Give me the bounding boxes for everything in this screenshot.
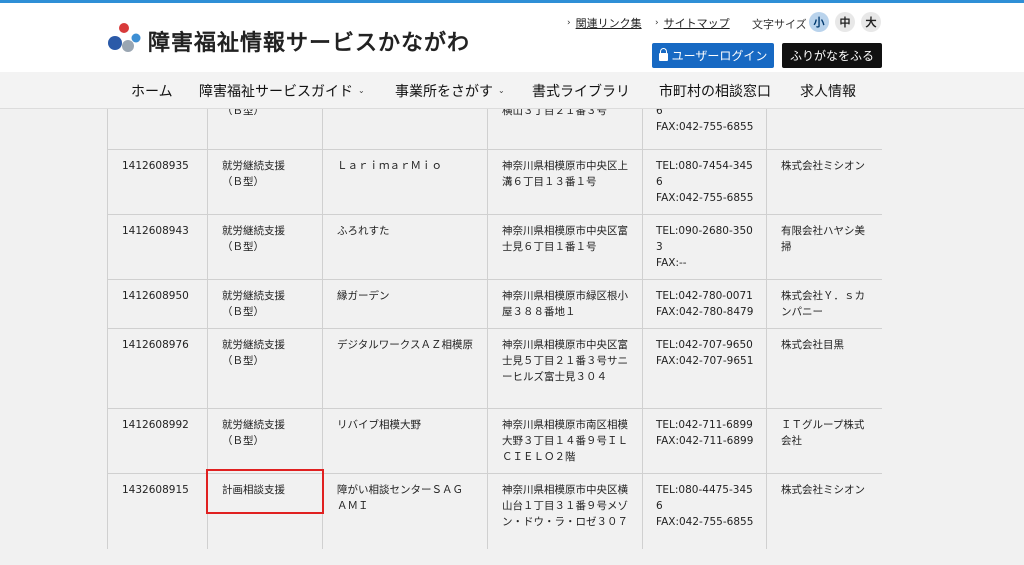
chevron-right-icon: › xyxy=(567,18,571,28)
table-row: （Ｂ型） 横山３丁目２１番３号 6 FAX:042-755-6855 xyxy=(107,109,882,150)
service-type-cell: （Ｂ型） xyxy=(207,109,323,150)
service-type-cell: 就労継続支援 （Ｂ型） xyxy=(207,149,323,215)
phone-fax-cell: TEL:042-780-0071 FAX:042-780-8479 xyxy=(642,279,767,329)
font-size-small-button[interactable]: 小 xyxy=(809,12,829,32)
lock-icon xyxy=(658,48,668,61)
sitemap-link[interactable]: › サイトマップ xyxy=(655,13,730,33)
global-nav: ホーム 障害福祉サービスガイド ⌄ 事業所をさがす ⌄ 書式ライブラリ 市町村の… xyxy=(0,72,1024,109)
office-number-cell: 1412608976 xyxy=(107,328,208,409)
phone-fax-cell: TEL:042-711-6899 FAX:042-711-6899 xyxy=(642,408,767,474)
furigana-button[interactable]: ふりがなをふる xyxy=(782,43,882,68)
service-type-cell: 就労継続支援 （Ｂ型） xyxy=(207,214,323,280)
nav-item-service-guide[interactable]: 障害福祉サービスガイド ⌄ xyxy=(199,72,365,109)
office-number-cell: 1432608915 xyxy=(107,473,208,549)
related-links-label: 関連リンク集 xyxy=(575,17,642,30)
table-row: 1412608992 就労継続支援 （Ｂ型） リバイブ相模大野 神奈川県相模原市南区相… xyxy=(107,408,882,474)
table-row: 1432608915 計画相談支援 障がい相談センターＳＡＧＡＭＩ 神奈川県相模原市中… xyxy=(107,473,882,549)
office-number-cell: 1412608935 xyxy=(107,149,208,215)
nav-item-find-office[interactable]: 事業所をさがす ⌄ xyxy=(395,72,505,109)
office-name-cell: 縁ガーデン xyxy=(322,279,488,329)
office-name-cell: ＬａｒｉｍａｒＭｉｏ xyxy=(322,149,488,215)
chevron-down-icon: ⌄ xyxy=(358,86,365,95)
nav-item-label: 求人情報 xyxy=(800,83,856,100)
nav-item-label: 市町村の相談窓口 xyxy=(659,83,771,100)
address-cell: 神奈川県相模原市中央区富士見６丁目１番１号 xyxy=(487,214,643,280)
corporation-cell: 株式会社Ｙ．ｓカンパニー xyxy=(766,279,882,329)
office-list-table: （Ｂ型） 横山３丁目２１番３号 6 FAX:042-755-6855 14126089… xyxy=(107,109,882,549)
user-login-label: ユーザーログイン xyxy=(671,49,768,63)
nav-item-label: 事業所をさがす xyxy=(395,83,493,100)
font-size-large-button[interactable]: 大 xyxy=(861,12,881,32)
phone-fax-cell: TEL:090-2680-350 3 FAX:-- xyxy=(642,214,767,280)
address-cell: 神奈川県相模原市中央区上溝６丁目１３番１号 xyxy=(487,149,643,215)
nav-item-jobs[interactable]: 求人情報 xyxy=(800,72,856,109)
chevron-down-icon: ⌄ xyxy=(498,86,505,95)
address-cell: 横山３丁目２１番３号 xyxy=(487,109,643,150)
table-row: 1412608935 就労継続支援 （Ｂ型） ＬａｒｉｍａｒＭｉｏ 神奈川県相模原市中… xyxy=(107,149,882,215)
sitemap-label: サイトマップ xyxy=(663,17,730,30)
corporation-cell: ＩＴグループ株式会社 xyxy=(766,408,882,474)
office-number-cell: 1412608992 xyxy=(107,408,208,474)
office-name-cell: リバイブ相模大野 xyxy=(322,408,488,474)
phone-fax-cell: TEL:080-4475-345 6 FAX:042-755-6855 xyxy=(642,473,767,549)
site-title[interactable]: 障害福祉情報サービスかながわ xyxy=(148,25,470,57)
address-cell: 神奈川県相模原市南区相模大野３丁目１４番９号ＩＬ ＣＩＥＬＯ２階 xyxy=(487,408,643,474)
office-number-cell xyxy=(107,109,208,150)
related-links-link[interactable]: › 関連リンク集 xyxy=(567,13,642,33)
chevron-right-icon: › xyxy=(655,18,659,28)
phone-fax-cell: TEL:042-707-9650 FAX:042-707-9651 xyxy=(642,328,767,409)
address-cell: 神奈川県相模原市中央区横山台１丁目３１番９号メゾン・ドウ・ラ・ロゼ３０７ xyxy=(487,473,643,549)
corporation-cell xyxy=(766,109,882,150)
user-login-button[interactable]: ユーザーログイン xyxy=(652,43,774,68)
table-row: 1412608976 就労継続支援 （Ｂ型） デジタルワークスＡＺ相模原 神奈川県相模… xyxy=(107,328,882,409)
corporation-cell: 有限会社ハヤシ美掃 xyxy=(766,214,882,280)
table-row: 1412608950 就労継続支援 （Ｂ型） 縁ガーデン 神奈川県相模原市緑区根小屋３… xyxy=(107,279,882,329)
phone-fax-cell: 6 FAX:042-755-6855 xyxy=(642,109,767,150)
phone-fax-cell: TEL:080-7454-345 6 FAX:042-755-6855 xyxy=(642,149,767,215)
nav-item-home[interactable]: ホーム xyxy=(131,72,173,109)
colored-spheres-logo-icon[interactable] xyxy=(106,21,142,57)
office-number-cell: 1412608943 xyxy=(107,214,208,280)
service-type-cell: 就労継続支援 （Ｂ型） xyxy=(207,279,323,329)
font-size-medium-button[interactable]: 中 xyxy=(835,12,855,32)
office-name-cell: 障がい相談センターＳＡＧＡＭＩ xyxy=(322,473,488,549)
corporation-cell: 株式会社目黒 xyxy=(766,328,882,409)
service-type-cell: 計画相談支援 xyxy=(207,473,323,549)
service-type-cell: 就労継続支援 （Ｂ型） xyxy=(207,408,323,474)
nav-item-label: 障害福祉サービスガイド xyxy=(199,83,353,100)
address-cell: 神奈川県相模原市緑区根小屋３８８番地１ xyxy=(487,279,643,329)
font-size-label: 文字サイズ xyxy=(752,18,807,31)
site-header: 障害福祉情報サービスかながわ › 関連リンク集 › サイトマップ 文字サイズ 小… xyxy=(0,3,1024,72)
nav-item-consultation[interactable]: 市町村の相談窓口 xyxy=(659,72,771,109)
address-cell: 神奈川県相模原市中央区富士見５丁目２１番３号サニーヒルズ富士見３０４ xyxy=(487,328,643,409)
corporation-cell: 株式会社ミシオン xyxy=(766,473,882,549)
nav-item-label: ホーム xyxy=(131,83,173,100)
nav-item-forms-library[interactable]: 書式ライブラリ xyxy=(532,72,630,109)
corporation-cell: 株式会社ミシオン xyxy=(766,149,882,215)
office-name-cell: ふろれすた xyxy=(322,214,488,280)
office-number-cell: 1412608950 xyxy=(107,279,208,329)
service-type-cell: 就労継続支援 （Ｂ型） xyxy=(207,328,323,409)
table-row: 1412608943 就労継続支援 （Ｂ型） ふろれすた 神奈川県相模原市中央区富士見… xyxy=(107,214,882,280)
office-name-cell: デジタルワークスＡＺ相模原 xyxy=(322,328,488,409)
nav-item-label: 書式ライブラリ xyxy=(532,83,630,100)
office-name-cell xyxy=(322,109,488,150)
